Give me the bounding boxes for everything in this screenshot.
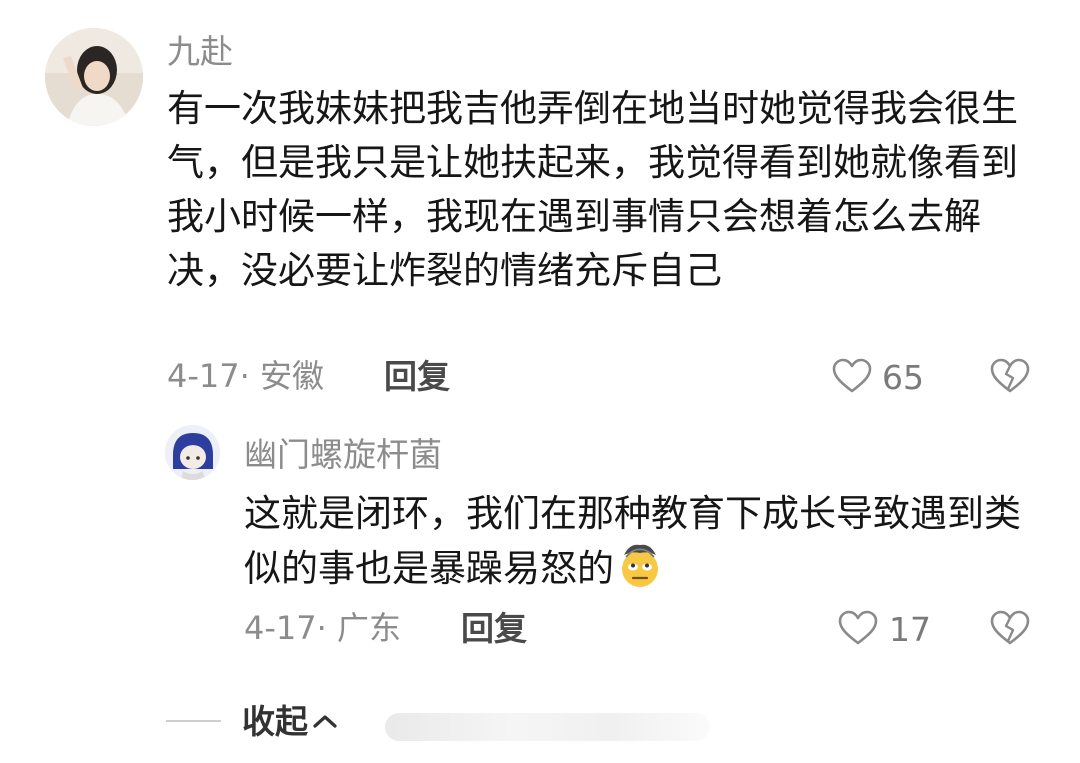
broken-heart-icon[interactable] xyxy=(990,610,1030,646)
collapse-button[interactable]: 收起 xyxy=(242,705,338,738)
reply-button[interactable]: 回复 xyxy=(461,612,527,645)
comment-text: 有一次我妹妹把我吉他弄倒在地当时她觉得我会很生气，但是我只是让她扶起来，我觉得看… xyxy=(167,87,1018,292)
watermark-blur xyxy=(385,713,710,741)
like-count: 17 xyxy=(889,610,931,649)
collapse-label: 收起 xyxy=(242,702,308,741)
comment-text: 这就是闭环，我们在那种教育下成长导致遇到类似的事也是暴躁易怒的 xyxy=(244,487,1044,596)
broken-heart-icon[interactable] xyxy=(990,358,1030,394)
reply-button[interactable]: 回复 xyxy=(384,360,450,393)
collapse-divider xyxy=(166,720,221,722)
chevron-up-icon xyxy=(313,715,337,728)
comment-meta: 4-17· 广东 xyxy=(244,609,401,647)
comment-username[interactable]: 幽门螺旋杆菌 xyxy=(244,438,442,471)
comment-meta: 4-17· 安徽 xyxy=(167,357,324,395)
avatar-anime-icon xyxy=(165,425,220,480)
avatar-photo-icon xyxy=(45,28,143,126)
user-avatar[interactable] xyxy=(165,425,220,480)
face-with-spiral-eyes-rolling-emoji xyxy=(622,544,658,587)
user-avatar[interactable] xyxy=(45,28,143,126)
comment-username[interactable]: 九赴 xyxy=(167,35,233,68)
heart-outline-icon[interactable] xyxy=(832,358,872,394)
heart-outline-icon[interactable] xyxy=(838,610,878,646)
like-count: 65 xyxy=(882,358,924,397)
